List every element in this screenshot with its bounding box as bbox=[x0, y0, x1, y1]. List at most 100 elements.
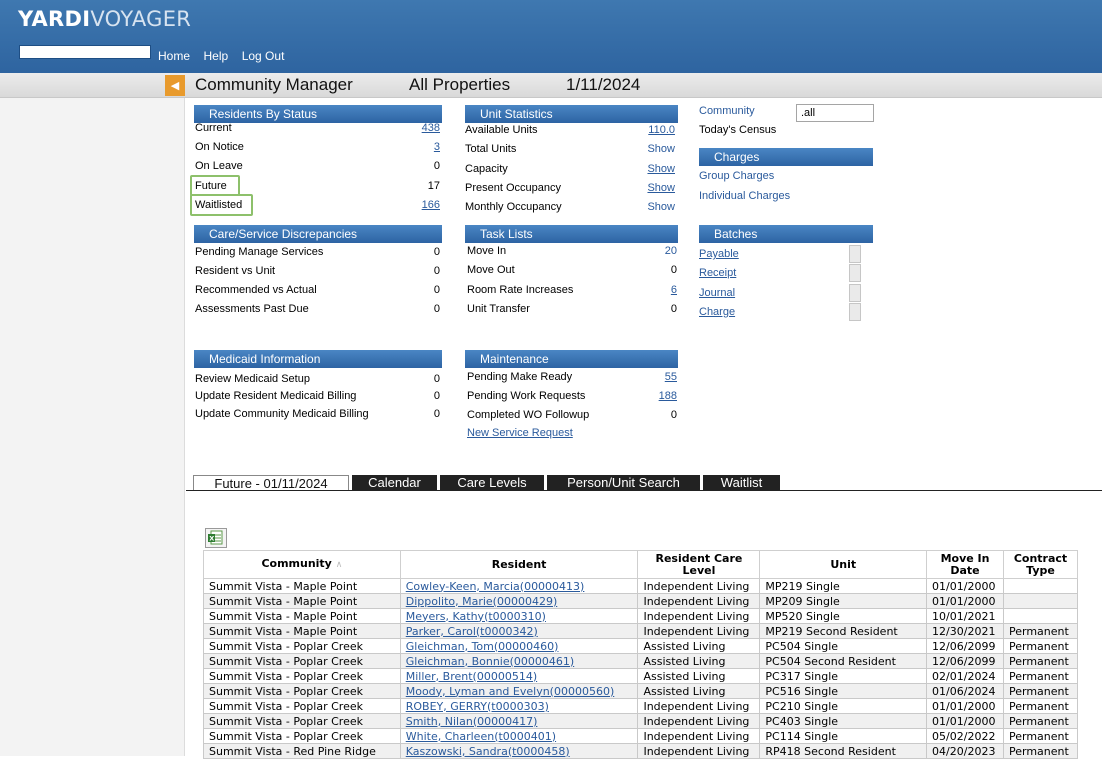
cell-move-in-date: 01/01/2000 bbox=[926, 578, 1004, 594]
cell-resident[interactable]: Cowley-Keen, Marcia(00000413) bbox=[399, 578, 639, 594]
cell-care-level: Assisted Living bbox=[637, 668, 761, 684]
table-row: Summit Vista - Poplar Creek ROBEY, GERRY(… bbox=[203, 698, 1078, 714]
care_service-value: 0 bbox=[433, 284, 440, 296]
col-resident-header[interactable]: Resident bbox=[399, 550, 639, 579]
residents_by_status-value[interactable]: 438 bbox=[422, 121, 440, 135]
nav-logout-link[interactable]: Log Out bbox=[242, 49, 285, 63]
sort-asc-icon: ∧ bbox=[335, 560, 343, 570]
task_lists-value: 0 bbox=[670, 264, 677, 276]
cell-community: Summit Vista - Poplar Creek bbox=[203, 728, 401, 744]
cell-contract-type: Permanent bbox=[1003, 743, 1078, 759]
unit_statistics-label: Monthly Occupancy bbox=[465, 201, 562, 213]
cell-contract-type: Permanent bbox=[1003, 638, 1078, 654]
chevron-left-icon: ◀ bbox=[170, 79, 180, 92]
batch-link-journal[interactable]: Journal bbox=[699, 286, 839, 300]
community-label: Community bbox=[699, 105, 755, 117]
col-community-label: Community bbox=[261, 557, 332, 570]
individual-charges-link[interactable]: Individual Charges bbox=[699, 189, 873, 203]
cell-resident[interactable]: Smith, Nilan(00000417) bbox=[399, 713, 639, 729]
table-row: Summit Vista - Maple Point Dippolito, Mar… bbox=[203, 593, 1078, 609]
batch-scroll-handle[interactable] bbox=[849, 284, 861, 302]
col-unit-header[interactable]: Unit bbox=[759, 550, 928, 579]
tab-future[interactable]: Future - 01/11/2024 bbox=[193, 475, 349, 491]
batch-scroll-handle[interactable] bbox=[849, 264, 861, 282]
unit_statistics-value[interactable]: Show bbox=[647, 162, 675, 176]
maintenance-value[interactable]: 188 bbox=[659, 389, 677, 403]
col-care-level-header[interactable]: Resident Care Level bbox=[637, 550, 761, 579]
tab-care-levels[interactable]: Care Levels bbox=[440, 475, 544, 491]
unit_statistics-row-capacity[interactable]: Capacity Show bbox=[465, 162, 675, 176]
unit_statistics-label: Total Units bbox=[465, 143, 517, 155]
maintenance-value: 0 bbox=[670, 409, 677, 421]
unit_statistics-value[interactable]: Show bbox=[647, 181, 675, 195]
tab-person-unit-search[interactable]: Person/Unit Search bbox=[547, 475, 700, 491]
care_service-value: 0 bbox=[433, 303, 440, 315]
cell-resident[interactable]: Gleichman, Tom(00000460) bbox=[399, 638, 639, 654]
cell-resident[interactable]: Miller, Brent(00000514) bbox=[399, 668, 639, 684]
cell-resident[interactable]: Meyers, Kathy(t0000310) bbox=[399, 608, 639, 624]
batch-link-label: Journal bbox=[699, 287, 736, 299]
cell-community: Summit Vista - Poplar Creek bbox=[203, 668, 401, 684]
care_service-label: Resident vs Unit bbox=[195, 265, 276, 277]
waitlisted-highlight bbox=[190, 194, 253, 216]
cell-unit: MP219 Single bbox=[759, 578, 928, 594]
batch-scroll-handle[interactable] bbox=[849, 245, 861, 263]
unit_statistics-value[interactable]: Show bbox=[647, 142, 675, 156]
residents_by_status-value[interactable]: 166 bbox=[422, 198, 440, 212]
unit_statistics-row-present-occupancy[interactable]: Present Occupancy Show bbox=[465, 181, 675, 195]
nav-home-link[interactable]: Home bbox=[158, 49, 190, 63]
global-search-input[interactable] bbox=[19, 45, 151, 59]
tab-calendar[interactable]: Calendar bbox=[352, 475, 437, 491]
batch-link-label: Charge bbox=[699, 306, 736, 318]
cell-resident[interactable]: Parker, Carol(t0000342) bbox=[399, 623, 639, 639]
excel-export-icon[interactable]: X bbox=[205, 528, 227, 548]
task_lists-label: Move Out bbox=[467, 264, 515, 276]
residents_by_status-row-current[interactable]: Current 438 bbox=[195, 121, 440, 135]
cell-move-in-date: 12/30/2021 bbox=[926, 623, 1004, 639]
community-link[interactable]: Community bbox=[699, 104, 794, 118]
tab-waitlist[interactable]: Waitlist bbox=[703, 475, 780, 491]
col-move-in-date-header[interactable]: Move In Date bbox=[926, 550, 1004, 579]
cell-resident[interactable]: White, Charleen(t0000401) bbox=[399, 728, 639, 744]
cell-community: Summit Vista - Maple Point bbox=[203, 608, 401, 624]
cell-resident[interactable]: ROBEY, GERRY(t0000303) bbox=[399, 698, 639, 714]
residents_by_status-value[interactable]: 3 bbox=[434, 140, 440, 154]
table-row: Summit Vista - Maple Point Meyers, Kathy(… bbox=[203, 608, 1078, 624]
nav-help-link[interactable]: Help bbox=[204, 49, 229, 63]
table-row: Summit Vista - Poplar Creek Moody, Lyman … bbox=[203, 683, 1078, 699]
batch-link-receipt[interactable]: Receipt bbox=[699, 266, 839, 280]
sidebar bbox=[0, 98, 185, 756]
unit_statistics-row-available-units[interactable]: Available Units 110.0 bbox=[465, 123, 675, 137]
top-header: YARDIVOYAGER Home Help Log Out bbox=[0, 0, 1102, 73]
cell-resident[interactable]: Gleichman, Bonnie(00000461) bbox=[399, 653, 639, 669]
new-service-request-link[interactable]: New Service Request bbox=[467, 426, 667, 440]
residents_by_status-value: 0 bbox=[433, 160, 440, 172]
task_lists-value[interactable]: 6 bbox=[671, 283, 677, 297]
maintenance-row-pending-work-requests[interactable]: Pending Work Requests 188 bbox=[467, 389, 677, 403]
current-date: 1/11/2024 bbox=[566, 75, 641, 94]
community-field[interactable] bbox=[796, 104, 874, 122]
maintenance-header: Maintenance bbox=[465, 350, 678, 368]
maintenance-row-pending-make-ready[interactable]: Pending Make Ready 55 bbox=[467, 370, 677, 384]
group-charges-link[interactable]: Group Charges bbox=[699, 169, 873, 183]
batch-link-charge[interactable]: Charge bbox=[699, 305, 839, 319]
cell-resident[interactable]: Kaszowski, Sandra(t0000458) bbox=[399, 743, 639, 759]
task_lists-row-room-rate-increases[interactable]: Room Rate Increases 6 bbox=[467, 283, 677, 297]
cell-move-in-date: 10/01/2021 bbox=[926, 608, 1004, 624]
residents_by_status-row-on-notice[interactable]: On Notice 3 bbox=[195, 140, 440, 154]
batch-link-payable[interactable]: Payable bbox=[699, 247, 839, 261]
cell-resident[interactable]: Moody, Lyman and Evelyn(00000560) bbox=[399, 683, 639, 699]
col-community-header[interactable]: Community ∧ bbox=[203, 550, 401, 579]
cell-resident[interactable]: Dippolito, Marie(00000429) bbox=[399, 593, 639, 609]
task_lists-row-unit-transfer: Unit Transfer 0 bbox=[467, 302, 677, 316]
col-contract-type-header[interactable]: Contract Type bbox=[1003, 550, 1078, 579]
maintenance-value[interactable]: 55 bbox=[665, 370, 677, 384]
unit_statistics-value[interactable]: Show bbox=[647, 200, 675, 214]
batch-scroll-handle[interactable] bbox=[849, 303, 861, 321]
unit_statistics-value[interactable]: 110.0 bbox=[648, 123, 675, 137]
care_service-value: 0 bbox=[433, 246, 440, 258]
medicaid-header: Medicaid Information bbox=[194, 350, 442, 368]
cell-care-level: Assisted Living bbox=[637, 683, 761, 699]
table-row: Summit Vista - Poplar Creek Gleichman, To… bbox=[203, 638, 1078, 654]
collapse-sidebar-button[interactable]: ◀ bbox=[165, 75, 185, 96]
